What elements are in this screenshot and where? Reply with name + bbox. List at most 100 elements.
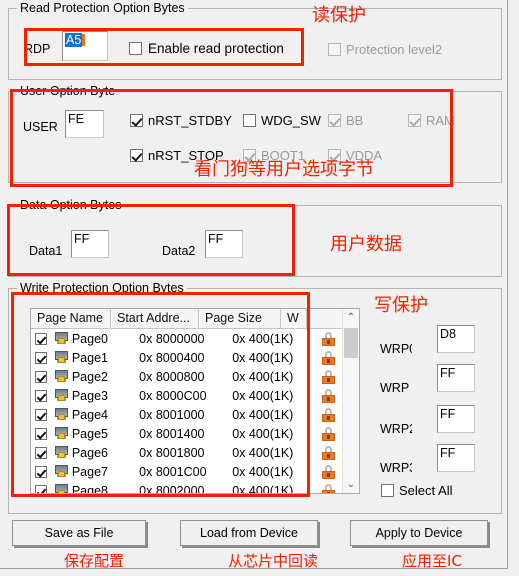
apply-to-device-button[interactable]: Apply to Device — [350, 520, 488, 546]
wrp3-label: WRP3 — [380, 461, 412, 475]
flash-page-icon — [54, 446, 69, 459]
user-input[interactable]: FE — [65, 110, 104, 138]
rdp-input[interactable]: A5 — [62, 31, 108, 61]
pages-list-scrollbar[interactable]: ⌃ ⌄ — [342, 309, 359, 493]
column-header-extra[interactable] — [307, 309, 343, 328]
cell-page-name: Page5 — [71, 426, 108, 441]
wrp2-input[interactable]: FF — [437, 405, 475, 433]
row-checkbox[interactable] — [35, 446, 47, 459]
bb-checkbox[interactable] — [328, 114, 341, 127]
row-checkbox[interactable] — [35, 351, 47, 364]
enable-read-protection-checkbox[interactable] — [129, 42, 142, 55]
annotation-user-option: 看门狗等用户选项字节 — [194, 159, 374, 180]
cell-page-name: Page4 — [71, 407, 108, 422]
user-input-value: FE — [68, 112, 84, 126]
data1-input[interactable]: FF — [71, 230, 109, 258]
row-checkbox[interactable] — [35, 389, 47, 402]
table-row[interactable]: Page7 0x 8001C00 0x 400(1K) — [31, 462, 343, 481]
cell-write-protect[interactable] — [313, 407, 343, 422]
table-row[interactable]: Page1 0x 8000400 0x 400(1K) — [31, 348, 343, 367]
nrst-stdby-checkbox[interactable] — [130, 114, 143, 127]
lock-icon — [321, 426, 335, 441]
cell-page-name: Page7 — [71, 464, 108, 479]
cell-write-protect[interactable] — [313, 464, 343, 479]
row-checkbox[interactable] — [35, 465, 47, 478]
flash-page-icon — [54, 389, 69, 402]
cell-page-size: 0x 400(1K) — [232, 483, 294, 494]
annotation-apply-to-device: 应用至IC — [402, 552, 462, 570]
row-checkbox-cell — [31, 351, 51, 364]
cell-page-name: Page8 — [71, 483, 108, 494]
row-checkbox[interactable] — [35, 332, 47, 345]
scroll-down-arrow-icon[interactable]: ⌄ — [343, 476, 359, 493]
annotation-data-option: 用户数据 — [330, 234, 402, 255]
wrp3-input[interactable]: FF — [437, 444, 475, 472]
column-header-write-protection[interactable]: W — [281, 309, 307, 328]
row-checkbox-cell — [31, 389, 51, 402]
column-header-page-name[interactable]: Page Name — [31, 309, 111, 328]
cell-write-protect[interactable] — [313, 426, 343, 441]
table-row[interactable]: Page6 0x 8001800 0x 400(1K) — [31, 443, 343, 462]
protection-level2-checkbox[interactable] — [328, 43, 341, 56]
flash-page-icon — [54, 408, 69, 421]
wrp3-input-value: FF — [440, 446, 456, 460]
cell-page-size: 0x 400(1K) — [232, 388, 294, 403]
row-checkbox-cell — [31, 427, 51, 440]
column-header-start-address[interactable]: Start Addre... — [111, 309, 199, 328]
row-checkbox[interactable] — [35, 370, 47, 383]
annotation-load-from-device: 从芯片中回读 — [228, 552, 319, 570]
ram-checkbox[interactable] — [408, 114, 421, 127]
column-header-page-size[interactable]: Page Size — [199, 309, 281, 328]
wrp0-input[interactable]: D8 — [437, 325, 475, 353]
nrst-stdby-label: nRST_STDBY — [148, 113, 232, 128]
group-read-protection-title: Read Protection Option Bytes — [17, 2, 188, 15]
cell-write-protect[interactable] — [313, 369, 343, 384]
wrp2-input-value: FF — [440, 407, 456, 421]
cell-write-protect[interactable] — [313, 388, 343, 403]
flash-page-icon — [54, 427, 69, 440]
row-checkbox[interactable] — [35, 427, 47, 440]
table-row[interactable]: Page5 0x 8001400 0x 400(1K) — [31, 424, 343, 443]
cell-write-protect[interactable] — [313, 350, 343, 365]
wrp1-input[interactable]: FF — [437, 364, 475, 392]
save-as-file-button[interactable]: Save as File — [12, 520, 146, 546]
row-checkbox[interactable] — [35, 408, 47, 421]
pages-list[interactable]: Page Name Start Addre... Page Size W Pag… — [30, 308, 360, 494]
flash-page-icon — [54, 484, 69, 493]
nrst-stop-checkbox[interactable] — [130, 149, 143, 162]
bb-label: BB — [346, 113, 364, 128]
load-from-device-button[interactable]: Load from Device — [180, 520, 318, 546]
lock-icon — [321, 445, 335, 460]
table-row[interactable]: Page4 0x 8001000 0x 400(1K) — [31, 405, 343, 424]
data2-label: Data2 — [162, 244, 196, 258]
cell-start-address: 0x 8001800 — [139, 445, 205, 460]
cell-page-name: Page0 — [71, 331, 108, 346]
flash-page-icon — [54, 351, 69, 364]
cell-start-address: 0x 8000C00 — [139, 388, 207, 403]
annotation-save-as-file: 保存配置 — [64, 552, 125, 570]
annotation-write-protection: 写保护 — [374, 295, 428, 316]
scroll-up-arrow-icon[interactable]: ⌃ — [343, 309, 359, 326]
table-row[interactable]: Page8 0x 8002000 0x 400(1K) — [31, 481, 343, 493]
cell-page-size: 0x 400(1K) — [232, 407, 294, 422]
cell-page-size: 0x 400(1K) — [232, 369, 294, 384]
cell-page-name: Page3 — [71, 388, 108, 403]
row-checkbox-cell — [31, 332, 51, 345]
table-row[interactable]: Page0 0x 8000000 0x 400(1K) — [31, 329, 343, 348]
cell-page-size: 0x 400(1K) — [232, 350, 294, 365]
cell-write-protect[interactable] — [313, 445, 343, 460]
data2-input[interactable]: FF — [205, 230, 243, 258]
cell-page-size: 0x 400(1K) — [232, 464, 294, 479]
scrollbar-thumb[interactable] — [344, 328, 358, 358]
cell-start-address: 0x 8002000 — [139, 483, 205, 494]
row-checkbox[interactable] — [35, 484, 47, 493]
lock-icon — [321, 331, 335, 346]
wdg-sw-checkbox[interactable] — [243, 114, 256, 127]
select-all-checkbox[interactable] — [381, 484, 394, 497]
cell-write-protect[interactable] — [313, 331, 343, 346]
wrp0-input-value: D8 — [440, 327, 456, 341]
table-row[interactable]: Page3 0x 8000C00 0x 400(1K) — [31, 386, 343, 405]
cell-page-size: 0x 400(1K) — [232, 426, 294, 441]
cell-write-protect[interactable] — [313, 483, 343, 493]
table-row[interactable]: Page2 0x 8000800 0x 400(1K) — [31, 367, 343, 386]
